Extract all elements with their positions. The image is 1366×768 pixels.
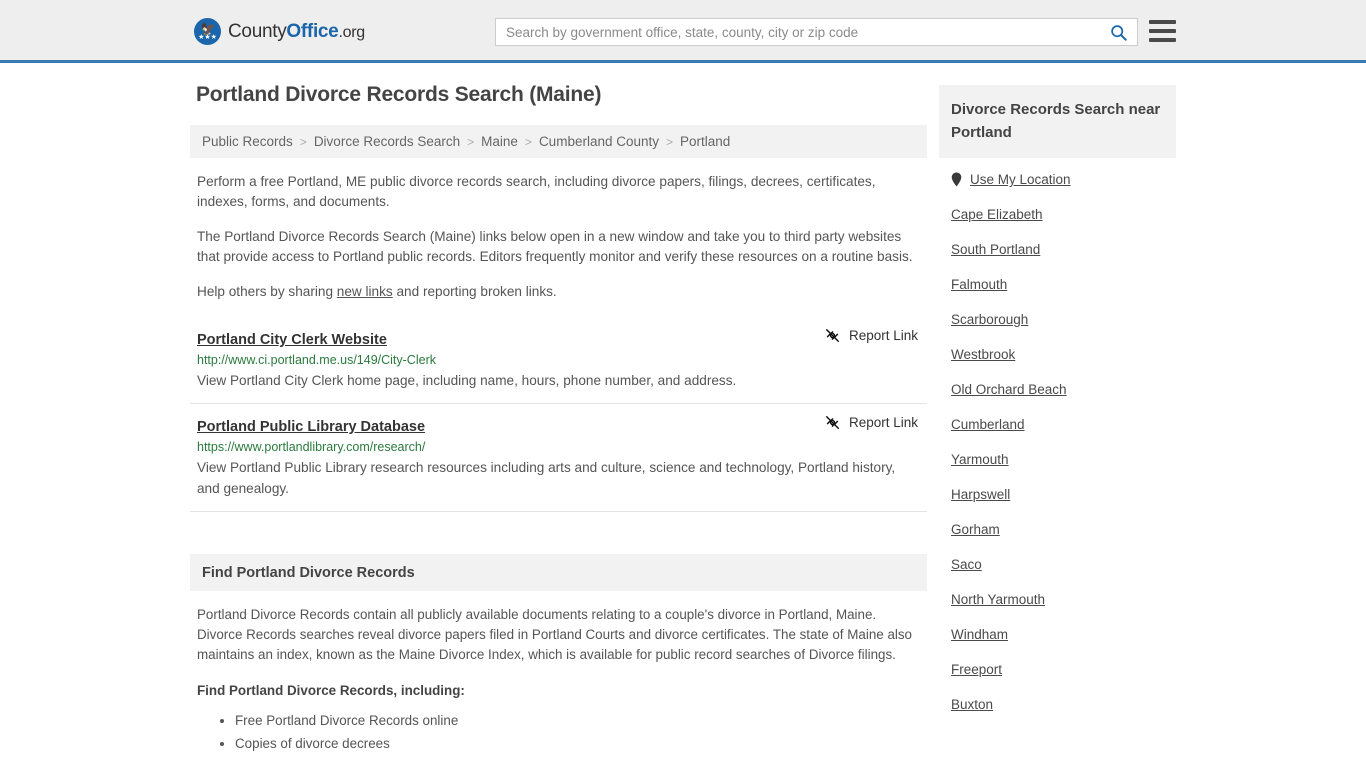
sidebar-item-use-my-location[interactable]: Use My Location	[951, 172, 1176, 187]
section-body: Portland Divorce Records contain all pub…	[190, 591, 927, 755]
sidebar-item-label[interactable]: Gorham	[951, 522, 1000, 537]
result-item: Portland Public Library Database Report …	[190, 404, 927, 512]
logo-text-office: Office	[286, 20, 339, 42]
sidebar-item-label[interactable]: South Portland	[951, 242, 1040, 257]
intro-text: Perform a free Portland, ME public divor…	[190, 172, 927, 302]
result-description: View Portland Public Library research re…	[197, 460, 896, 496]
breadcrumb-separator: >	[299, 134, 307, 149]
sidebar-item-old-orchard-beach[interactable]: Old Orchard Beach	[951, 382, 1176, 397]
sidebar-heading: Divorce Records Search near Portland	[939, 85, 1176, 158]
sidebar-item-label[interactable]: Buxton	[951, 697, 993, 712]
breadcrumb-item-cumberland-county[interactable]: Cumberland County	[539, 134, 659, 149]
breadcrumb: Public Records > Divorce Records Search …	[190, 125, 927, 158]
main-content: Portland Divorce Records Search (Maine) …	[190, 63, 927, 755]
sidebar-item-south-portland[interactable]: South Portland	[951, 242, 1176, 257]
logo-wordmark: CountyOffice.org	[228, 21, 365, 43]
report-link-button[interactable]: Report Link	[824, 414, 920, 431]
sidebar-links: Use My Location Cape Elizabeth South Por…	[939, 158, 1176, 712]
search-button[interactable]	[1106, 24, 1137, 41]
new-links-link[interactable]: new links	[337, 284, 393, 299]
breadcrumb-separator: >	[524, 134, 532, 149]
breadcrumb-separator: >	[467, 134, 475, 149]
sidebar-item-label[interactable]: Yarmouth	[951, 452, 1009, 467]
sidebar-item-saco[interactable]: Saco	[951, 557, 1176, 572]
result-description: View Portland City Clerk home page, incl…	[197, 373, 737, 388]
logo-text-org: .org	[338, 23, 365, 41]
sidebar-item-gorham[interactable]: Gorham	[951, 522, 1176, 537]
sidebar: Divorce Records Search near Portland Use…	[939, 63, 1176, 755]
sidebar-item-north-yarmouth[interactable]: North Yarmouth	[951, 592, 1176, 607]
sidebar-item-label[interactable]: Freeport	[951, 662, 1002, 677]
section-paragraph: Portland Divorce Records contain all pub…	[197, 607, 913, 662]
sidebar-item-label[interactable]: Old Orchard Beach	[951, 382, 1067, 397]
sidebar-item-label[interactable]: Westbrook	[951, 347, 1015, 362]
sidebar-item-scarborough[interactable]: Scarborough	[951, 312, 1176, 327]
sidebar-item-label[interactable]: Falmouth	[951, 277, 1007, 292]
report-link-button[interactable]: Report Link	[824, 327, 920, 344]
eagle-seal-icon: 🦅 ★★★	[194, 18, 221, 45]
breadcrumb-item-public-records[interactable]: Public Records	[202, 134, 293, 149]
sidebar-item-freeport[interactable]: Freeport	[951, 662, 1176, 677]
sidebar-item-westbrook[interactable]: Westbrook	[951, 347, 1176, 362]
site-header: 🦅 ★★★ CountyOffice.org	[0, 0, 1366, 63]
result-url[interactable]: http://www.ci.portland.me.us/149/City-Cl…	[197, 353, 920, 367]
site-logo[interactable]: 🦅 ★★★ CountyOffice.org	[194, 18, 365, 45]
report-link-label: Report Link	[848, 328, 918, 343]
list-item: Copies of divorce decrees	[235, 732, 919, 755]
breadcrumb-separator: >	[666, 134, 674, 149]
list-item: Free Portland Divorce Records online	[235, 709, 919, 732]
map-pin-icon	[951, 172, 962, 187]
result-header: Portland City Clerk Website Report Link	[197, 327, 920, 348]
result-title-link[interactable]: Portland City Clerk Website	[197, 332, 387, 348]
intro-paragraph-2: The Portland Divorce Records Search (Mai…	[197, 229, 913, 264]
sidebar-item-harpswell[interactable]: Harpswell	[951, 487, 1176, 502]
sidebar-item-cape-elizabeth[interactable]: Cape Elizabeth	[951, 207, 1176, 222]
result-url[interactable]: https://www.portlandlibrary.com/research…	[197, 440, 920, 454]
intro-paragraph-3: Help others by sharing new links and rep…	[190, 282, 927, 302]
sidebar-item-falmouth[interactable]: Falmouth	[951, 277, 1176, 292]
sidebar-item-label[interactable]: Windham	[951, 627, 1008, 642]
search-input[interactable]	[496, 19, 1106, 45]
broken-link-icon	[825, 328, 839, 343]
sidebar-item-cumberland[interactable]: Cumberland	[951, 417, 1176, 432]
page-body: Portland Divorce Records Search (Maine) …	[0, 63, 1366, 755]
sidebar-item-label[interactable]: Scarborough	[951, 312, 1028, 327]
result-header: Portland Public Library Database Report …	[197, 414, 920, 435]
result-item: Portland City Clerk Website Report Link …	[190, 317, 927, 404]
hamburger-menu-icon[interactable]	[1149, 20, 1176, 42]
page-title: Portland Divorce Records Search (Maine)	[196, 83, 602, 106]
intro-p3-before: Help others by sharing	[197, 284, 337, 299]
sidebar-item-label[interactable]: Harpswell	[951, 487, 1010, 502]
logo-text-county: County	[228, 20, 287, 42]
sidebar-item-label[interactable]: Cumberland	[951, 417, 1025, 432]
sidebar-item-label[interactable]: Saco	[951, 557, 982, 572]
result-title-link[interactable]: Portland Public Library Database	[197, 419, 425, 435]
section-list-lead: Find Portland Divorce Records, including…	[197, 683, 465, 698]
sidebar-item-yarmouth[interactable]: Yarmouth	[951, 452, 1176, 467]
hamburger-bar-3	[1149, 38, 1176, 42]
breadcrumb-item-portland: Portland	[680, 134, 731, 149]
sidebar-item-label[interactable]: Cape Elizabeth	[951, 207, 1043, 222]
search-icon	[1111, 24, 1127, 41]
sidebar-item-label[interactable]: Use My Location	[970, 172, 1071, 187]
report-link-label: Report Link	[848, 415, 918, 430]
breadcrumb-item-divorce-records-search[interactable]: Divorce Records Search	[314, 134, 460, 149]
intro-paragraph-1: Perform a free Portland, ME public divor…	[197, 174, 876, 209]
sidebar-item-windham[interactable]: Windham	[951, 627, 1176, 642]
hamburger-bar-2	[1149, 29, 1176, 33]
hamburger-bar-1	[1149, 20, 1176, 24]
breadcrumb-item-maine[interactable]: Maine	[481, 134, 518, 149]
broken-link-icon	[825, 415, 839, 430]
sidebar-item-label[interactable]: North Yarmouth	[951, 592, 1045, 607]
section-heading: Find Portland Divorce Records	[190, 554, 927, 591]
sidebar-item-buxton[interactable]: Buxton	[951, 697, 1176, 712]
section-list: Free Portland Divorce Records online Cop…	[197, 709, 919, 755]
intro-p3-after: and reporting broken links.	[392, 284, 557, 299]
search-bar[interactable]	[495, 18, 1138, 46]
